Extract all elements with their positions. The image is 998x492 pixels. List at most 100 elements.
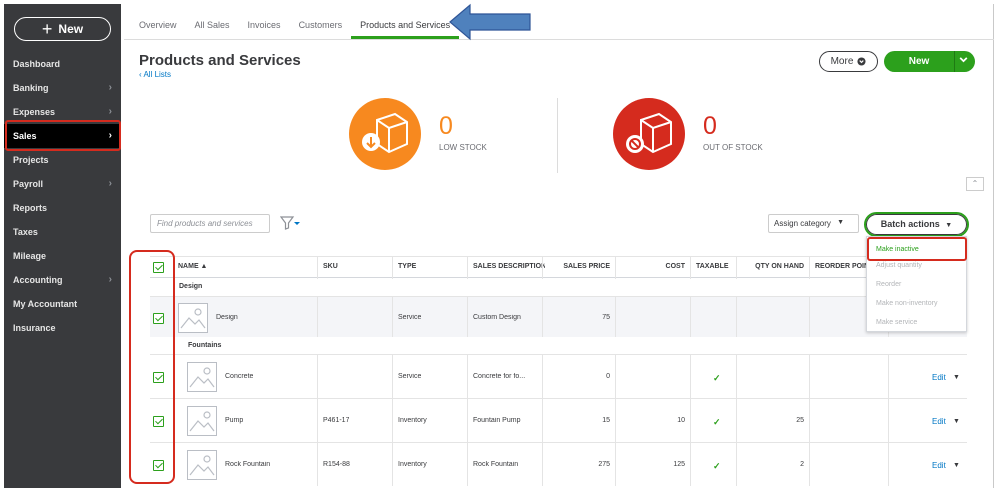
sidebar-item-dashboard[interactable]: Dashboard [4,52,121,76]
column-header[interactable]: NAME ▲ [178,263,318,270]
menu-item-reorder[interactable]: Reorder [867,275,966,294]
product-image-placeholder [187,406,217,436]
product-image-placeholder [187,362,217,392]
collapse-icon[interactable]: ⌃ [966,177,984,191]
column-header[interactable]: TYPE [398,263,468,270]
column-divider [542,355,543,398]
qty-on-hand-cell: 25 [796,417,804,424]
column-divider [542,297,543,337]
description-cell: Fountain Pump [473,417,521,424]
products-table: NAME ▲ SKU TYPE SALES DESCRIPTION SALES PRIC… [150,256,967,486]
type-cell: Inventory [398,417,427,424]
all-lists-label: All Lists [143,70,172,79]
sidebar-item-banking[interactable]: Banking › [4,76,121,100]
all-lists-link[interactable]: ‹ All Lists [139,70,171,79]
column-header[interactable]: SKU [323,263,393,270]
cost-cell: 10 [677,417,685,424]
sales-tabs: Overview All Sales Invoices Customers Produc… [130,12,460,39]
type-cell: Service [398,373,422,380]
new-button[interactable]: + New [14,17,111,41]
column-header[interactable]: TAXABLE [696,263,736,270]
edit-link[interactable]: Edit [932,461,946,470]
sidebar-item-my-accountant[interactable]: My Accountant [4,292,121,316]
sales-price-cell: 0 [606,373,610,380]
out-of-stock-icon[interactable] [613,98,685,170]
column-header[interactable]: REORDER POINT [815,263,867,270]
column-divider [615,257,616,279]
column-divider [392,297,393,337]
column-divider [467,443,468,486]
new-product-button[interactable]: New [884,51,975,72]
column-divider [888,443,889,486]
edit-link[interactable]: Edit [932,417,946,426]
sidebar-item-mileage[interactable]: Mileage [4,244,121,268]
column-divider [615,399,616,442]
column-divider [736,355,737,398]
column-divider [392,399,393,442]
sidebar: + New Dashboard Banking › Expenses › Sales › Pr… [4,4,121,488]
filter-icon[interactable] [280,216,300,230]
column-divider [392,443,393,486]
column-divider [888,355,889,398]
sales-price-cell: 15 [602,417,610,424]
table-row[interactable]: Concrete Service Concrete for fo... 0 ✓ Edit ▼ [150,354,967,398]
edit-link[interactable]: Edit [932,373,946,382]
column-divider [542,399,543,442]
sidebar-nav: Dashboard Banking › Expenses › Sales › Projects… [4,52,121,340]
assign-category-select[interactable]: Assign category ▼ [768,214,859,233]
column-divider [690,355,691,398]
sidebar-item-taxes[interactable]: Taxes [4,220,121,244]
sidebar-item-label: Reports [13,203,48,213]
sidebar-item-projects[interactable]: Projects [4,148,121,172]
tab-customers[interactable]: Customers [290,12,352,39]
new-dropdown-icon[interactable] [958,54,969,68]
low-stock-count: 0 [439,112,453,140]
table-row[interactable]: Rock Fountain R154-88 Inventory Rock Founta… [150,442,967,486]
caret-down-icon[interactable]: ▼ [953,374,960,381]
column-divider [317,399,318,442]
column-header[interactable]: COST [621,263,685,270]
tab-all-sales[interactable]: All Sales [186,12,239,39]
sidebar-item-label: Dashboard [13,59,61,69]
column-divider [467,399,468,442]
column-divider [809,443,810,486]
sidebar-item-insurance[interactable]: Insurance [4,316,121,340]
sidebar-item-reports[interactable]: Reports [4,196,121,220]
more-button[interactable]: More [819,51,878,72]
column-divider [317,257,318,279]
column-header[interactable]: QTY ON HAND [742,263,804,270]
window-border [993,4,994,488]
sales-highlight-annotation [5,120,121,151]
column-header[interactable]: SALES PRICE [548,263,610,270]
table-row[interactable]: Design Service Custom Design 75 [150,296,967,337]
stock-divider [557,98,558,173]
column-divider [888,399,889,442]
sidebar-item-payroll[interactable]: Payroll › [4,172,121,196]
tab-overview[interactable]: Overview [130,12,186,39]
column-header[interactable]: SALES DESCRIPTION [473,263,545,270]
chevron-down-icon [857,57,866,66]
column-divider [542,257,543,279]
column-divider [809,297,810,337]
column-divider [317,443,318,486]
more-label: More [830,56,854,67]
sidebar-item-label: Banking [13,83,49,93]
tab-invoices[interactable]: Invoices [239,12,290,39]
search-input[interactable]: Find products and services [150,214,270,233]
menu-item-make-non-inventory[interactable]: Make non-inventory [867,294,966,313]
caret-down-icon[interactable]: ▼ [953,462,960,469]
description-cell: Custom Design [473,314,521,321]
caret-down-icon[interactable]: ▼ [953,418,960,425]
make-inactive-highlight-annotation [867,237,967,261]
low-stock-label: LOW STOCK [439,143,487,152]
image-icon [189,455,215,476]
tab-products-and-services[interactable]: Products and Services [351,12,460,39]
column-divider [809,399,810,442]
menu-item-make-service[interactable]: Make service [867,313,966,332]
sidebar-item-accounting[interactable]: Accounting › [4,268,121,292]
table-row[interactable]: Pump P461-17 Inventory Fountain Pump 15 10 25 ✓… [150,398,967,442]
sku-cell: R154-88 [323,461,350,468]
taxable-check-icon: ✓ [713,461,721,471]
split-divider [954,51,955,72]
low-stock-icon[interactable] [349,98,421,170]
